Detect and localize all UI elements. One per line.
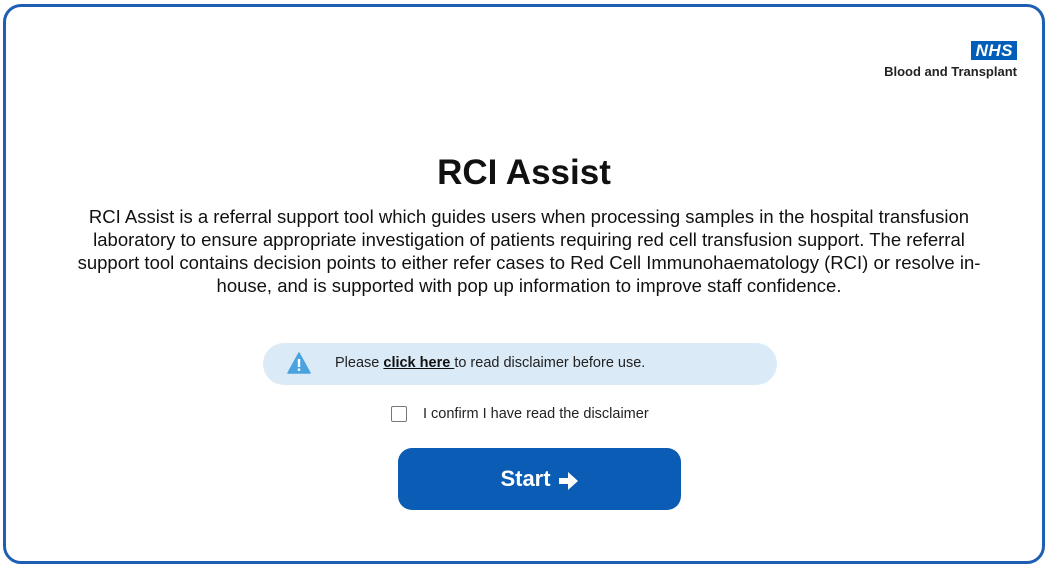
start-button[interactable]: Start [398, 448, 681, 510]
disclaimer-banner: Please click here to read disclaimer bef… [263, 343, 777, 385]
org-name: Blood and Transplant [884, 64, 1017, 79]
confirm-row: I confirm I have read the disclaimer [391, 406, 649, 422]
nhsbt-logo: NHS Blood and Transplant [884, 41, 1017, 79]
warning-icon [287, 352, 311, 374]
confirm-checkbox[interactable] [391, 406, 407, 422]
page-title: RCI Assist [437, 153, 611, 192]
confirm-label[interactable]: I confirm I have read the disclaimer [423, 406, 649, 422]
page-description: RCI Assist is a referral support tool wh… [77, 206, 981, 296]
start-button-label: Start [500, 466, 551, 491]
main-card: NHS Blood and Transplant RCI Assist RCI … [3, 4, 1045, 564]
nhs-badge: NHS [970, 41, 1017, 60]
disclaimer-prefix: Please [335, 355, 384, 371]
disclaimer-text: Please click here to read disclaimer bef… [335, 355, 645, 371]
disclaimer-suffix: to read disclaimer before use. [454, 355, 646, 371]
arrow-right-icon [558, 470, 579, 490]
disclaimer-link[interactable]: click here [383, 355, 454, 371]
